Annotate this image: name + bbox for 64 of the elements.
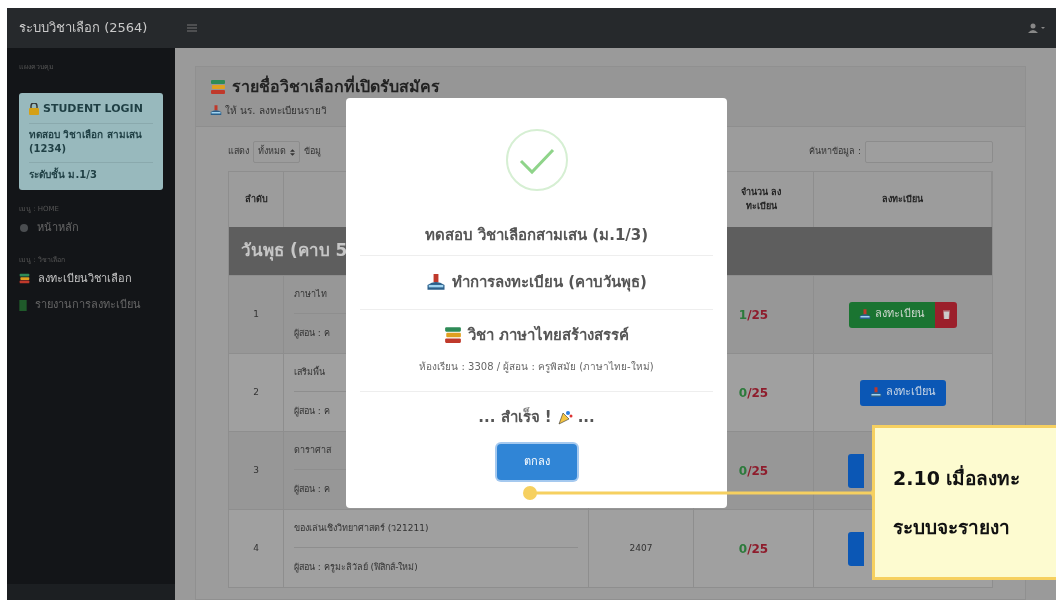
success-check-icon [504,128,569,192]
column-header: ลำดับ [244,192,268,206]
app-title: ระบบวิชาเลือก (2564) [19,20,148,36]
sidebar-item[interactable]: รายงานการลงทะเบียน [7,292,175,319]
subject-name: ภาษาไท [294,287,327,301]
registration-count: 1/25 [738,306,769,324]
callout-text: ระบบจะรายงา [893,514,1011,540]
sidebar-item[interactable]: ลงทะเบียนวิชาเลือก [7,265,175,292]
party-popper-icon [556,408,573,425]
delete-button[interactable] [935,301,957,328]
subject-name: ดาราศาส [294,443,331,457]
column-header: ลงทะเบียน [882,192,923,206]
register-button[interactable]: ลงทะเบียน [860,379,946,406]
sort-icon [290,148,295,156]
teacher-name: ผู้สอน : ครูมะลิวัลย์ (ฟิสิกส์-ใหม่) [294,560,418,575]
book-icon [19,299,27,311]
page-size-select[interactable]: ทั้งหมด [253,141,300,163]
register-button[interactable] [848,531,864,566]
books-icon [210,79,226,95]
register-button[interactable] [848,453,864,488]
show-label: แสดง [228,145,249,159]
ellipsis-text: ... [577,406,595,428]
room-number: 2407 [629,541,653,555]
tray-icon [426,274,447,291]
success-text: ... สำเร็จ ! [478,406,552,428]
tray-icon [870,387,882,398]
student-heading: ทดสอบ วิชาเลือกสามเสน (ม.1/3) [424,225,649,247]
registration-count: 0/25 [738,540,769,558]
lock-icon [29,102,39,115]
books-icon [443,326,462,345]
search-label: ค้นหาข้อมูล : [809,145,861,159]
card-subtitle: ให้ นร. ลงทะเบียนรายวิ [225,104,327,118]
card-title: รายชื่อวิชาเลือกที่เปิดรับสมัคร [232,75,440,98]
registration-count: 0/25 [738,462,769,480]
action-text: ทำการลงทะเบียน (คาบวันพุธ) [452,272,647,294]
tray-icon [210,105,222,116]
subject-title: วิชา ภาษาไทยสร้างสรรค์ [467,324,630,346]
row-number: 1 [253,307,259,321]
subject-detail: ห้องเรียน : 3308 / ผู้สอน : ครูพิสมัย (ภาษาไทย-ใหม่) [419,360,654,372]
trash-icon [942,310,950,319]
home-icon [19,222,29,233]
student-name: ทดสอบ วิชาเลือก สามเสน (1234) [29,129,142,154]
registration-count: 0/25 [738,384,769,402]
teacher-name: ผู้สอน : ค [294,482,330,497]
teacher-name: ผู้สอน : ค [294,326,330,341]
group-title: วันพุธ (คาบ 5 [241,239,348,263]
menu-icon[interactable] [187,24,197,32]
row-number: 3 [253,463,259,477]
row-number: 4 [253,541,259,555]
ok-button[interactable]: ตกลง [496,444,577,480]
entries-label: ข้อมู [304,145,321,159]
sidebar-item[interactable]: หน้าหลัก [7,214,175,241]
subject-name: เสริมพื้น [294,365,325,379]
user-icon[interactable] [1028,23,1046,33]
column-header: จำนวน ลงทะเบียน [739,186,783,213]
teacher-name: ผู้สอน : ค [294,404,330,419]
callout-text: 2.10 เมื่อลงทะ [893,464,1022,491]
class-level: ระดับชั้น ม.1/3 [29,169,97,180]
tray-icon [859,309,871,320]
row-number: 2 [253,385,259,399]
books-icon [19,273,30,285]
subject-name: ของเล่นเชิงวิทยาศาสตร์ (ว21211) [294,521,429,535]
login-title: STUDENT LOGIN [43,100,143,117]
register-button[interactable]: ลงทะเบียน [849,301,935,328]
